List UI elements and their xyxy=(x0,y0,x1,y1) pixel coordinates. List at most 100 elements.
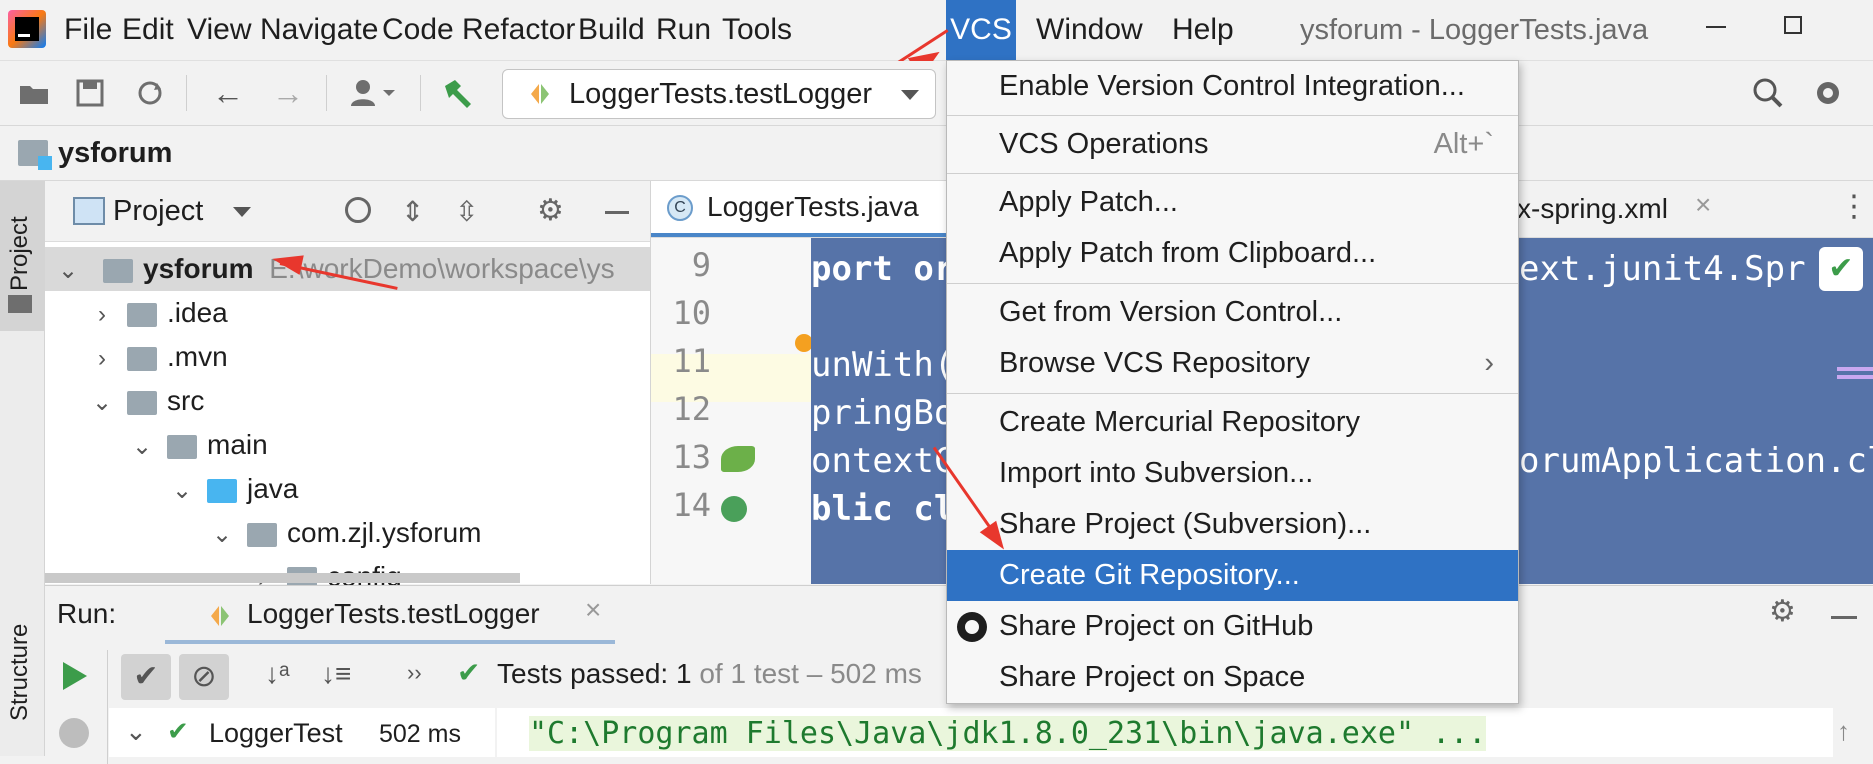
menu-item-browse-vcs[interactable]: Browse VCS Repository › xyxy=(947,338,1518,389)
menu-window[interactable]: Window xyxy=(1032,0,1147,60)
more-tabs-icon[interactable]: ⋮ xyxy=(1839,189,1869,224)
save-icon[interactable] xyxy=(70,73,110,113)
inspection-ok-icon[interactable]: ✔ xyxy=(1819,247,1863,291)
sort-duration-icon[interactable]: ↓≡ xyxy=(321,658,351,690)
menu-item-label: Apply Patch from Clipboard... xyxy=(999,237,1377,269)
menu-item-label: Get from Version Control... xyxy=(999,296,1343,328)
menu-edit[interactable]: Edit xyxy=(118,0,178,60)
hide-panel-icon[interactable] xyxy=(1831,616,1857,619)
menu-item-share-github[interactable]: Share Project on GitHub xyxy=(947,601,1518,652)
menu-item-enable-vcs[interactable]: Enable Version Control Integration... xyxy=(947,61,1518,112)
breadcrumb-project[interactable]: ysforum xyxy=(58,126,172,180)
folder-icon xyxy=(127,346,157,371)
locate-target-icon[interactable] xyxy=(345,197,371,223)
back-arrow-icon[interactable]: ← xyxy=(208,73,248,113)
menu-item-vcs-operations[interactable]: VCS Operations Alt+` xyxy=(947,119,1518,170)
test-tree-item[interactable]: LoggerTest xyxy=(209,718,377,749)
menu-code[interactable]: Code xyxy=(378,0,458,60)
status-rest: of 1 test – 502 ms xyxy=(699,658,922,689)
structure-tool-tab[interactable]: Structure xyxy=(0,561,44,721)
menu-refactor[interactable]: Refactor xyxy=(458,0,579,60)
vcs-menu: Enable Version Control Integration... VC… xyxy=(946,60,1519,704)
main-toolbar: ← → LoggerTests.testLogger xyxy=(0,61,1873,126)
build-hammer-icon[interactable] xyxy=(438,73,478,113)
hide-panel-icon[interactable] xyxy=(605,211,629,214)
menu-vcs[interactable]: VCS xyxy=(946,0,1016,60)
tree-row-java[interactable]: ⌄ java xyxy=(171,467,298,511)
horizontal-scrollbar[interactable] xyxy=(45,573,520,583)
run-config-selector[interactable]: LoggerTests.testLogger xyxy=(502,69,936,119)
spring-bean-icon[interactable] xyxy=(721,446,755,472)
project-tool-tab[interactable]: Project xyxy=(0,181,44,331)
tree-row-idea[interactable]: › .idea xyxy=(91,291,228,335)
user-dropdown-icon[interactable] xyxy=(344,73,404,113)
menu-item-label: Enable Version Control Integration... xyxy=(999,70,1465,102)
tree-row-root[interactable]: ⌄ ysforum E:\workDemo\workspace\ys xyxy=(45,247,650,291)
menu-item-share-space[interactable]: Share Project on Space xyxy=(947,652,1518,703)
menu-item-get-from-vcs[interactable]: Get from Version Control... xyxy=(947,287,1518,338)
sync-icon[interactable] xyxy=(130,73,170,113)
open-folder-icon[interactable] xyxy=(14,73,54,113)
line-number: 12 xyxy=(672,390,711,428)
console-output[interactable]: "C:\Program Files\Java\jdk1.8.0_231\bin\… xyxy=(497,708,1833,757)
tree-label: .mvn xyxy=(167,341,228,372)
rerun-play-icon[interactable] xyxy=(63,662,87,690)
menu-help[interactable]: Help xyxy=(1168,0,1238,60)
menu-navigate[interactable]: Navigate xyxy=(256,0,382,60)
chevron-down-icon[interactable]: ⌄ xyxy=(125,716,147,747)
run-panel-settings-icon[interactable]: ⚙ xyxy=(1769,594,1796,629)
tree-row-mvn[interactable]: › .mvn xyxy=(91,335,228,379)
console-line: "C:\Program Files\Java\jdk1.8.0_231\bin\… xyxy=(529,716,1487,751)
menu-file[interactable]: File xyxy=(60,0,116,60)
collapse-all-icon[interactable]: ⇳ xyxy=(455,195,478,228)
forward-arrow-icon[interactable]: → xyxy=(268,73,308,113)
folder-icon xyxy=(127,302,157,327)
menu-item-label: Apply Patch... xyxy=(999,186,1178,218)
close-icon[interactable]: × xyxy=(585,594,601,626)
panel-settings-icon[interactable]: ⚙ xyxy=(537,193,564,228)
menu-item-shortcut: Alt+` xyxy=(1433,128,1494,160)
show-passed-toggle[interactable]: ✔ xyxy=(121,654,171,700)
menu-build[interactable]: Build xyxy=(574,0,649,60)
search-icon[interactable] xyxy=(1748,73,1788,113)
expand-all-icon[interactable]: ⇕ xyxy=(401,195,424,228)
scroll-up-icon[interactable]: ↑ xyxy=(1837,716,1850,747)
menu-item-create-mercurial[interactable]: Create Mercurial Repository xyxy=(947,397,1518,448)
menu-item-apply-patch[interactable]: Apply Patch... xyxy=(947,177,1518,228)
tree-row-main[interactable]: ⌄ main xyxy=(131,423,268,467)
more-actions-icon[interactable]: ›› xyxy=(407,660,422,686)
run-test-icon[interactable] xyxy=(721,496,747,522)
menu-run[interactable]: Run xyxy=(652,0,715,60)
show-ignored-toggle[interactable]: ⊘ xyxy=(179,654,229,700)
menu-item-import-subversion[interactable]: Import into Subversion... xyxy=(947,448,1518,499)
menu-item-apply-patch-clipboard[interactable]: Apply Patch from Clipboard... xyxy=(947,228,1518,279)
debug-icon[interactable] xyxy=(59,718,89,748)
menu-item-create-git-repository[interactable]: Create Git Repository... xyxy=(947,550,1518,601)
tree-root-path: E:\workDemo\workspace\ys xyxy=(269,253,615,284)
folder-icon xyxy=(127,390,157,415)
project-panel-title[interactable]: Project xyxy=(113,181,203,241)
close-icon[interactable]: × xyxy=(1695,189,1711,221)
tree-row-package[interactable]: ⌄ com.zjl.ysforum xyxy=(211,511,482,555)
menu-item-label: Create Git Repository... xyxy=(999,559,1300,591)
tab-spring-xml[interactable]: x-spring.xml × xyxy=(1517,181,1747,237)
minimize-icon[interactable] xyxy=(1706,26,1726,28)
line-number: 11 xyxy=(672,342,711,380)
menu-item-share-subversion[interactable]: Share Project (Subversion)... xyxy=(947,499,1518,550)
editor-gutter: 9 10 11 12 13 14 xyxy=(651,238,813,584)
code-line: pringBo xyxy=(811,393,955,433)
restore-icon[interactable] xyxy=(1784,16,1802,34)
sort-alpha-icon[interactable]: ↓ᵃ xyxy=(265,658,289,690)
settings-gear-icon[interactable] xyxy=(1808,73,1848,113)
window-title: ysforum - LoggerTests.java xyxy=(1300,14,1649,46)
left-tool-strip: Project Structure xyxy=(0,181,45,756)
structure-tool-label: Structure xyxy=(6,623,33,721)
project-tool-label: Project xyxy=(6,216,33,291)
github-icon xyxy=(957,612,987,642)
chevron-down-icon[interactable] xyxy=(233,207,251,217)
tab-logger-tests[interactable]: C LoggerTests.java xyxy=(651,181,951,237)
menu-view[interactable]: View xyxy=(183,0,255,60)
tree-row-src[interactable]: ⌄ src xyxy=(91,379,204,423)
run-tab[interactable]: LoggerTests.testLogger × xyxy=(165,586,615,644)
menu-tools[interactable]: Tools xyxy=(718,0,796,60)
